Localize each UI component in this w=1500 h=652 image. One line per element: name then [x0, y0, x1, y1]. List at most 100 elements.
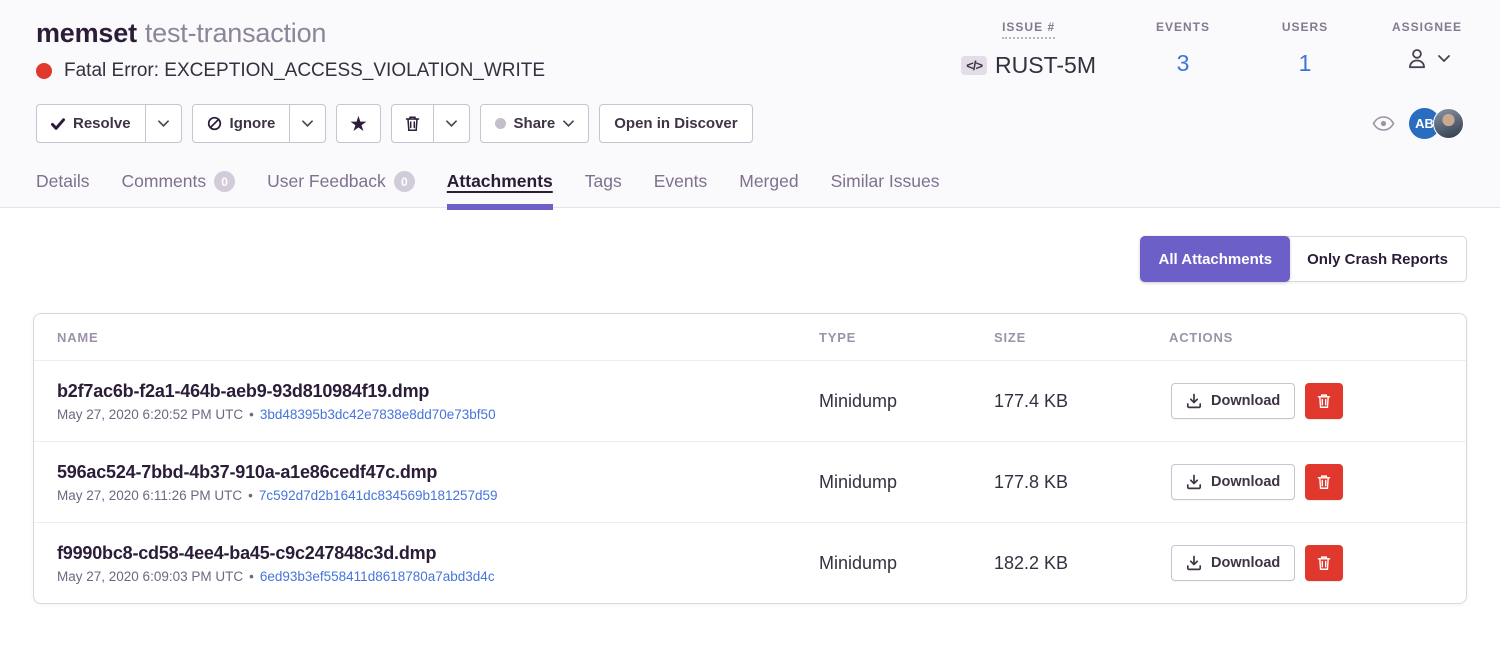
- stat-assignee: ASSIGNEE: [1392, 20, 1462, 79]
- column-header-name: NAME: [34, 330, 819, 345]
- ignore-dropdown-button[interactable]: [289, 105, 325, 142]
- chevron-down-icon: [158, 120, 169, 127]
- event-id-link[interactable]: 3bd48395b3dc42e7838e8dd70e73bf50: [260, 407, 496, 422]
- tab-user-feedback[interactable]: User Feedback0: [267, 171, 415, 207]
- events-label: EVENTS: [1156, 20, 1210, 37]
- delete-dropdown-button[interactable]: [433, 105, 469, 142]
- attachment-name: f9990bc8-cd58-4ee4-ba45-c9c247848c3d.dmp: [57, 543, 819, 564]
- transaction-name: test-transaction: [145, 18, 326, 48]
- chevron-down-icon: [302, 120, 313, 127]
- stat-users: USERS 1: [1270, 20, 1340, 79]
- tab-comments[interactable]: Comments0: [122, 171, 236, 207]
- download-label: Download: [1211, 474, 1280, 490]
- bookmark-button-group: ★: [336, 104, 380, 143]
- attachment-date: May 27, 2020 6:11:26 PM UTC: [57, 488, 242, 503]
- delete-attachment-button[interactable]: [1305, 383, 1343, 419]
- chevron-down-icon: [1438, 55, 1450, 62]
- download-icon: [1186, 555, 1202, 571]
- issue-header: memset test-transaction Fatal Error: EXCE…: [0, 0, 1500, 82]
- ignore-button[interactable]: Ignore: [193, 105, 290, 142]
- download-button[interactable]: Download: [1171, 545, 1295, 581]
- tab-similar-issues[interactable]: Similar Issues: [831, 171, 940, 207]
- resolve-button-group: Resolve: [36, 104, 182, 143]
- column-header-size: SIZE: [994, 330, 1169, 345]
- download-label: Download: [1211, 393, 1280, 409]
- column-header-type: TYPE: [819, 330, 994, 345]
- resolve-label: Resolve: [73, 115, 131, 132]
- issue-short-id-value: RUST-5M: [995, 52, 1096, 79]
- attachment-type: Minidump: [819, 472, 994, 493]
- delete-issue-button[interactable]: [392, 105, 433, 142]
- download-button[interactable]: Download: [1171, 383, 1295, 419]
- delete-attachment-button[interactable]: [1305, 545, 1343, 581]
- table-row: 596ac524-7bbd-4b37-910a-a1e86cedf47c.dmp…: [34, 441, 1466, 522]
- seen-by-block: AB: [1372, 108, 1464, 139]
- attachment-type: Minidump: [819, 391, 994, 412]
- download-icon: [1186, 393, 1202, 409]
- open-discover-button-group: Open in Discover: [599, 104, 752, 143]
- event-id-link[interactable]: 6ed93b3ef558411d8618780a7abd3d4c: [260, 569, 495, 584]
- table-header-row: NAME TYPE SIZE ACTIONS: [34, 314, 1466, 360]
- error-message: Fatal Error: EXCEPTION_ACCESS_VIOLATION_…: [64, 60, 545, 82]
- issue-stats: ISSUE # </> RUST-5M EVENTS 3 USERS 1 ASS…: [961, 16, 1462, 79]
- events-count[interactable]: 3: [1177, 50, 1190, 77]
- download-label: Download: [1211, 555, 1280, 571]
- bookmark-star-button[interactable]: ★: [337, 105, 379, 142]
- trash-icon: [1317, 393, 1331, 409]
- table-row: b2f7ac6b-f2a1-464b-aeb9-93d810984f19.dmp…: [34, 360, 1466, 441]
- chevron-down-icon: [446, 120, 457, 127]
- comments-count-badge: 0: [214, 171, 235, 192]
- ignore-button-group: Ignore: [192, 104, 327, 143]
- download-icon: [1186, 474, 1202, 490]
- open-in-discover-button[interactable]: Open in Discover: [600, 105, 751, 142]
- attachment-filter-toggle: All Attachments Only Crash Reports: [1140, 236, 1467, 282]
- share-label: Share: [514, 115, 556, 132]
- eye-icon: [1372, 116, 1395, 131]
- issue-short-id[interactable]: </> RUST-5M: [961, 52, 1096, 79]
- attachment-size: 177.4 KB: [994, 391, 1169, 412]
- issue-title-block: memset test-transaction Fatal Error: EXCE…: [36, 16, 545, 82]
- resolve-dropdown-button[interactable]: [145, 105, 181, 142]
- resolve-button[interactable]: Resolve: [37, 105, 145, 142]
- tab-tags[interactable]: Tags: [585, 171, 622, 207]
- issue-tabs: Details Comments0 User Feedback0 Attachm…: [0, 143, 1500, 208]
- stat-issue-number: ISSUE # </> RUST-5M: [961, 20, 1096, 79]
- tab-events[interactable]: Events: [654, 171, 708, 207]
- code-icon: </>: [961, 56, 987, 75]
- trash-icon: [405, 115, 420, 132]
- issue-page: memset test-transaction Fatal Error: EXCE…: [0, 0, 1500, 652]
- ban-icon: [207, 116, 222, 131]
- tab-attachments[interactable]: Attachments: [447, 171, 553, 207]
- tab-details[interactable]: Details: [36, 171, 90, 207]
- person-icon: [1404, 45, 1430, 71]
- table-row: f9990bc8-cd58-4ee4-ba45-c9c247848c3d.dmp…: [34, 522, 1466, 603]
- delete-attachment-button[interactable]: [1305, 464, 1343, 500]
- feedback-count-badge: 0: [394, 171, 415, 192]
- page-title: memset: [36, 18, 137, 48]
- share-button[interactable]: Share: [481, 105, 589, 142]
- filter-only-crash-reports-button[interactable]: Only Crash Reports: [1289, 237, 1466, 281]
- tab-merged[interactable]: Merged: [739, 171, 798, 207]
- avatar-photo: [1433, 108, 1464, 139]
- delete-button-group: [391, 104, 470, 143]
- assignee-dropdown[interactable]: [1404, 45, 1450, 71]
- chevron-down-icon: [563, 120, 574, 127]
- attachment-size: 177.8 KB: [994, 472, 1169, 493]
- attachments-panel: All Attachments Only Crash Reports NAME …: [0, 208, 1500, 652]
- check-icon: [51, 118, 65, 130]
- seen-by-avatars: AB: [1409, 108, 1464, 139]
- meta-separator: •: [248, 488, 253, 503]
- download-button[interactable]: Download: [1171, 464, 1295, 500]
- attachment-date: May 27, 2020 6:20:52 PM UTC: [57, 407, 243, 422]
- filter-all-attachments-button[interactable]: All Attachments: [1140, 236, 1290, 282]
- share-button-group: Share: [480, 104, 590, 143]
- attachment-size: 182.2 KB: [994, 553, 1169, 574]
- trash-icon: [1317, 474, 1331, 490]
- event-id-link[interactable]: 7c592d7d2b1641dc834569b181257d59: [259, 488, 498, 503]
- ignore-label: Ignore: [230, 115, 276, 132]
- users-count[interactable]: 1: [1299, 50, 1312, 77]
- star-icon: ★: [350, 115, 366, 133]
- attachment-name: 596ac524-7bbd-4b37-910a-a1e86cedf47c.dmp: [57, 462, 819, 483]
- open-in-discover-label: Open in Discover: [614, 115, 737, 132]
- action-toolbar: Resolve Ignore: [0, 82, 1500, 143]
